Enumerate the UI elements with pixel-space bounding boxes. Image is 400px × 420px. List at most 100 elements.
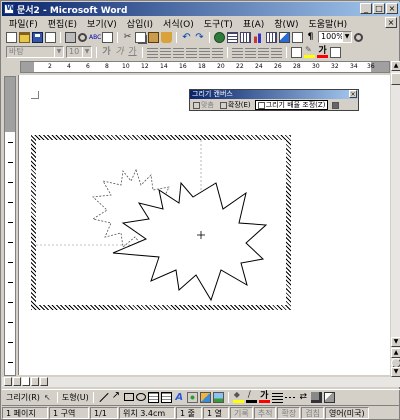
font-color-button[interactable]: 가	[317, 46, 328, 58]
font-color-draw-button[interactable]: 가	[258, 391, 270, 403]
line-color-icon[interactable]	[245, 390, 257, 403]
shadow-style-icon[interactable]	[310, 391, 322, 403]
title-bar[interactable]: 문서2 - Microsoft Word _ □ ×	[2, 2, 400, 16]
show-hide-paragraph-icon[interactable]: ¶	[305, 32, 316, 43]
3d-style-icon[interactable]	[323, 391, 335, 403]
new-document-icon[interactable]	[6, 31, 17, 43]
status-page[interactable]: 1 페이지	[2, 406, 48, 419]
document-close-button[interactable]: ×	[385, 17, 397, 28]
ruler-left-margin[interactable]	[21, 62, 34, 72]
distribute-icon[interactable]	[199, 46, 210, 58]
arrow-tool-icon[interactable]	[111, 390, 122, 403]
open-folder-icon[interactable]	[19, 31, 30, 43]
hyperlink-globe-icon[interactable]	[214, 31, 225, 43]
columns-icon[interactable]	[266, 31, 277, 43]
read-mode-icon[interactable]	[354, 32, 363, 42]
redo-icon[interactable]: ↷	[194, 32, 205, 43]
zoom-combo[interactable]: 100% ▼	[318, 31, 352, 43]
scroll-thumb[interactable]	[391, 73, 400, 85]
horizontal-scrollbar[interactable]	[2, 377, 400, 387]
draw-menu[interactable]: 그리기(R)	[6, 392, 40, 403]
justify-icon[interactable]	[186, 46, 197, 58]
phonetic-guide-icon[interactable]	[330, 46, 341, 58]
ruler-top-margin[interactable]	[5, 77, 15, 132]
starburst-shape[interactable]	[112, 181, 268, 302]
expand-button[interactable]: 확장(E)	[218, 100, 253, 110]
fill-color-icon[interactable]	[232, 390, 244, 403]
underline-button[interactable]: 가	[127, 47, 138, 58]
line-style-icon[interactable]	[271, 391, 283, 403]
highlight-icon[interactable]	[304, 45, 315, 58]
menu-format[interactable]: 서식(O)	[158, 17, 199, 30]
decrease-indent-icon[interactable]	[258, 46, 269, 58]
status-ext[interactable]: 확장	[277, 406, 301, 419]
web-layout-view-button[interactable]	[13, 377, 21, 386]
scroll-up-button[interactable]: ▲	[391, 61, 400, 71]
canvas-toolbar-close-button[interactable]: ×	[349, 90, 357, 98]
outside-border-icon[interactable]	[291, 46, 302, 58]
menu-edit[interactable]: 편집(E)	[43, 17, 82, 30]
status-position[interactable]: 위치 3.4cm	[119, 406, 175, 419]
status-language[interactable]: 영어(미국)	[324, 406, 369, 419]
oval-tool-icon[interactable]	[135, 393, 146, 401]
insert-table-icon[interactable]	[240, 31, 251, 43]
menu-help[interactable]: 도움말(H)	[303, 17, 352, 30]
status-trk[interactable]: 추적	[253, 406, 277, 419]
line-tool-icon[interactable]	[98, 392, 109, 403]
status-ovr[interactable]: 겹침	[301, 406, 324, 419]
italic-button[interactable]: 가	[114, 47, 125, 58]
chevron-down-icon[interactable]: ▼	[54, 47, 63, 57]
font-combo[interactable]: 바탕 ▼	[6, 46, 64, 58]
reading-layout-view-button[interactable]	[40, 377, 48, 386]
font-size-combo[interactable]: 10 ▼	[66, 46, 92, 58]
fit-button[interactable]: 맞춤	[191, 100, 216, 110]
text-wrapping-button[interactable]	[330, 100, 341, 110]
word-app-icon[interactable]	[4, 3, 15, 14]
menu-table[interactable]: 표(A)	[238, 17, 269, 30]
next-page-button[interactable]: ▼	[391, 367, 400, 377]
align-right-icon[interactable]	[173, 46, 184, 58]
line-spacing-icon[interactable]	[212, 46, 223, 58]
menu-insert[interactable]: 삽입(I)	[122, 17, 158, 30]
status-line[interactable]: 1 줄	[176, 406, 202, 419]
arrow-style-icon[interactable]: ⇄	[298, 392, 309, 403]
copy-icon[interactable]	[135, 31, 146, 43]
print-preview-icon[interactable]	[78, 32, 87, 42]
menu-view[interactable]: 보기(V)	[82, 17, 122, 30]
print-icon[interactable]	[65, 31, 76, 43]
vertical-ruler[interactable]	[4, 76, 16, 376]
wordart-icon[interactable]: A	[174, 392, 185, 403]
print-layout-view-button[interactable]	[22, 377, 30, 386]
bold-button[interactable]: 가	[101, 47, 112, 58]
menu-file[interactable]: 파일(F)	[4, 17, 43, 30]
clip-art-icon[interactable]	[199, 391, 211, 403]
vertical-scrollbar[interactable]: ▲ ▼ ▲ ▼	[390, 61, 400, 377]
normal-view-button[interactable]	[4, 377, 12, 386]
rectangle-tool-icon[interactable]	[123, 393, 134, 401]
undo-icon[interactable]: ↶	[181, 32, 192, 43]
menu-tools[interactable]: 도구(T)	[199, 17, 238, 30]
status-column[interactable]: 1 열	[203, 406, 229, 419]
autoshapes-menu[interactable]: 도형(U)	[62, 392, 89, 403]
menu-window[interactable]: 창(W)	[269, 17, 303, 30]
paste-icon[interactable]	[148, 31, 159, 43]
canvas-toolbar-titlebar[interactable]: 그리기 캔버스 ×	[190, 90, 358, 99]
save-disk-icon[interactable]	[32, 31, 43, 43]
chevron-down-icon[interactable]: ▼	[82, 47, 91, 57]
permission-icon[interactable]	[45, 31, 56, 43]
increase-indent-icon[interactable]	[271, 46, 282, 58]
maximize-button[interactable]: □	[373, 3, 385, 14]
document-map-icon[interactable]	[292, 31, 303, 43]
spelling-icon[interactable]: ABC	[89, 32, 101, 43]
drawing-canvas-toolbar[interactable]: 그리기 캔버스 × 맞춤 확장(E) 그리기 배율 조정(Z)	[189, 89, 359, 111]
numbering-icon[interactable]	[232, 46, 243, 58]
previous-page-button[interactable]: ▲	[391, 348, 400, 358]
research-icon[interactable]	[102, 31, 113, 43]
status-section[interactable]: 1 구역	[49, 406, 89, 419]
close-button[interactable]: ×	[386, 3, 398, 14]
tables-borders-icon[interactable]	[227, 31, 238, 43]
cut-icon[interactable]: ✂	[122, 32, 133, 43]
bullets-icon[interactable]	[245, 46, 256, 58]
text-box-icon[interactable]	[147, 391, 159, 403]
status-rec[interactable]: 기록	[230, 406, 253, 419]
